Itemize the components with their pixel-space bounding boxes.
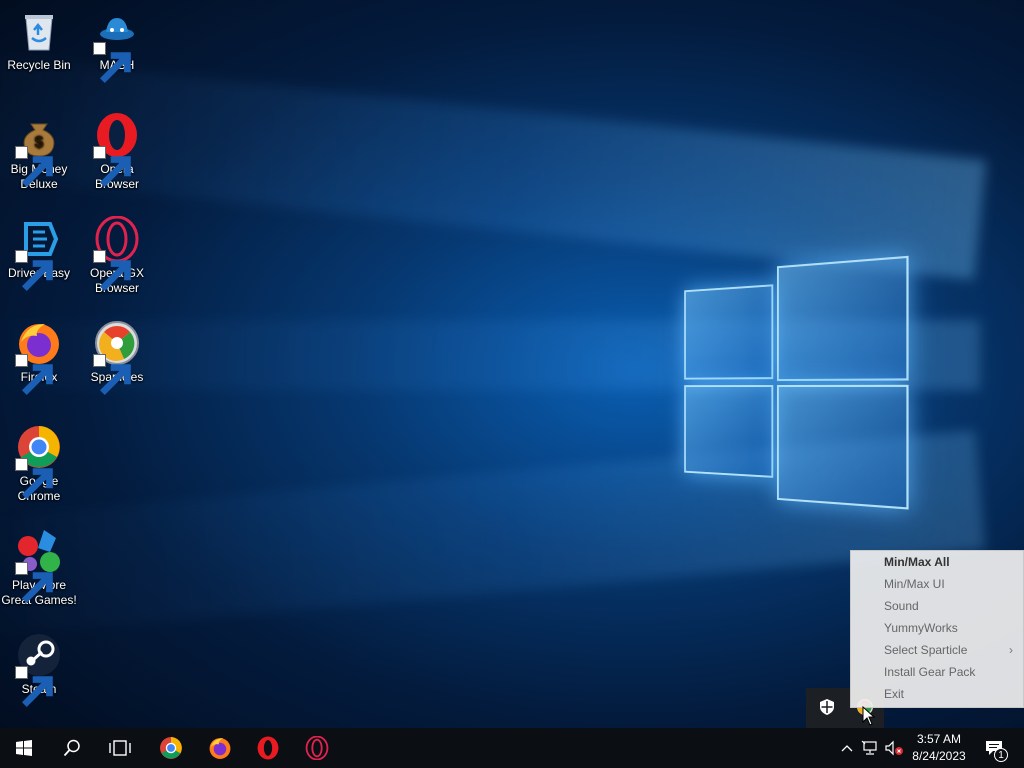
desktop-icon-sparticles[interactable]: Sparticles <box>79 320 155 396</box>
mash-icon <box>93 8 140 84</box>
menu-item-yummyworks[interactable]: YummyWorks <box>851 617 1023 639</box>
mouse-cursor-icon <box>862 706 876 726</box>
opera-icon <box>93 112 140 188</box>
chrome-icon <box>160 737 182 759</box>
desktop-icon-label: Recycle Bin <box>7 58 71 72</box>
notification-count-badge: 1 <box>994 748 1008 762</box>
taskbar-firefox[interactable] <box>196 728 244 768</box>
desktop-icon-driver-easy[interactable]: Driver Easy <box>1 216 77 292</box>
desktop-icon-opera-gx[interactable]: Opera GX Browser <box>79 216 155 296</box>
network-icon <box>861 740 877 755</box>
shortcut-arrow-icon <box>93 146 131 188</box>
desktop: Recycle Bin MASH $ Big Money Deluxe Oper… <box>0 0 1024 728</box>
desktop-icon-firefox[interactable]: Firefox <box>1 320 77 396</box>
clock-time[interactable]: 3:57 AM <box>904 732 974 746</box>
task-view-button[interactable] <box>96 728 144 768</box>
desktop-icon-opera[interactable]: Opera Browser <box>79 112 155 192</box>
money-bag-icon: $ <box>15 112 62 188</box>
games-icon <box>15 528 62 604</box>
opera-gx-icon <box>305 736 329 760</box>
taskbar: 3:57 AM 8/24/2023 1 <box>0 728 1024 768</box>
opera-icon <box>257 736 279 760</box>
shortcut-arrow-icon <box>93 354 131 396</box>
desktop-icon-google-chrome[interactable]: Google Chrome <box>1 424 77 504</box>
search-icon <box>63 739 80 757</box>
start-button[interactable] <box>0 728 48 768</box>
shortcut-arrow-icon <box>15 250 53 292</box>
taskbar-chrome[interactable] <box>147 728 195 768</box>
menu-item-exit[interactable]: Exit <box>851 683 1023 705</box>
volume-muted-icon <box>885 740 903 756</box>
firefox-icon <box>15 320 62 396</box>
chevron-up-icon <box>841 745 853 752</box>
opera-gx-icon <box>93 216 140 292</box>
taskbar-opera[interactable] <box>244 728 292 768</box>
desktop-icon-steam[interactable]: Steam <box>1 632 77 708</box>
shortcut-arrow-icon <box>15 146 53 188</box>
task-view-icon <box>109 740 131 756</box>
steam-icon <box>15 632 62 708</box>
shortcut-arrow-icon <box>15 458 53 500</box>
shortcut-arrow-icon <box>93 250 131 292</box>
chrome-icon <box>15 424 62 500</box>
windows-start-icon <box>16 740 32 756</box>
sparticles-icon <box>93 320 140 396</box>
windows-security-icon[interactable] <box>818 698 836 716</box>
menu-item-install-gear-pack[interactable]: Install Gear Pack <box>851 661 1023 683</box>
desktop-icon-play-more-great-games[interactable]: Play More Great Games! <box>1 528 77 608</box>
shortcut-arrow-icon <box>15 354 53 396</box>
firefox-icon <box>209 738 231 759</box>
action-center-button[interactable]: 1 <box>976 728 1012 768</box>
desktop-icon-recycle-bin[interactable]: Recycle Bin <box>1 8 77 73</box>
desktop-icon-mash[interactable]: MASH <box>79 8 155 84</box>
recycle-bin-icon <box>16 8 62 54</box>
shortcut-arrow-icon <box>15 666 53 708</box>
shortcut-arrow-icon <box>93 42 131 84</box>
menu-item-min-max-ui[interactable]: Min/Max UI <box>851 573 1023 595</box>
desktop-icon-big-money-deluxe[interactable]: $ Big Money Deluxe <box>1 112 77 192</box>
network-status-button[interactable] <box>858 728 882 768</box>
menu-item-select-sparticle[interactable]: Select Sparticle › <box>851 639 1023 661</box>
shortcut-arrow-icon <box>15 562 53 604</box>
submenu-arrow-icon: › <box>1009 643 1013 657</box>
menu-item-sound[interactable]: Sound <box>851 595 1023 617</box>
taskbar-opera-gx[interactable] <box>293 728 341 768</box>
tray-context-menu: Min/Max All Min/Max UI Sound YummyWorks … <box>850 550 1024 708</box>
menu-item-min-max-all[interactable]: Min/Max All <box>851 551 1023 573</box>
clock-date[interactable]: 8/24/2023 <box>904 749 974 763</box>
volume-button[interactable] <box>882 728 906 768</box>
driver-easy-icon <box>15 216 62 292</box>
show-hidden-icons-button[interactable] <box>836 728 858 768</box>
search-button[interactable] <box>48 728 96 768</box>
wallpaper-windows-logo <box>684 255 918 520</box>
